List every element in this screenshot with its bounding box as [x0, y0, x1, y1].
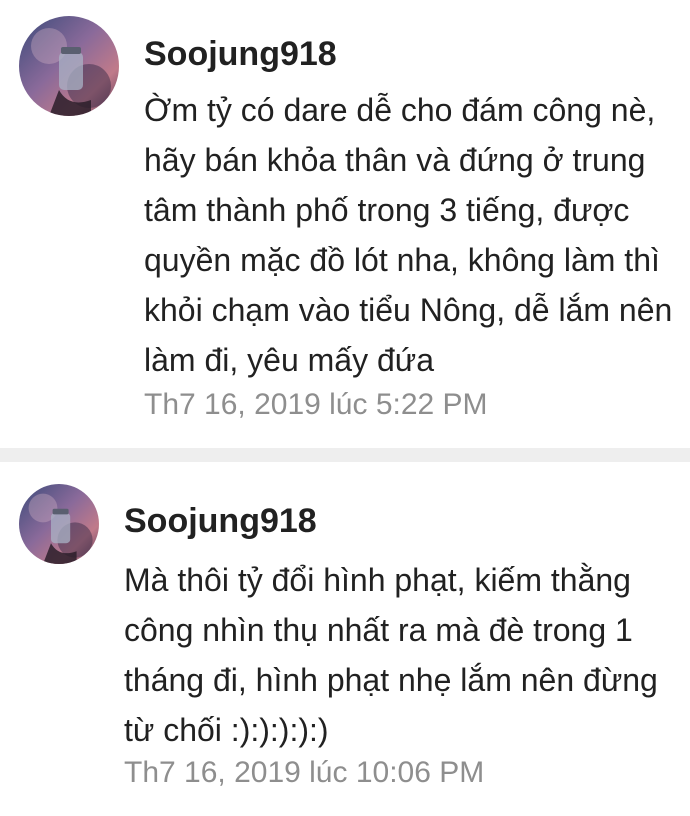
jar-avatar-icon [19, 16, 119, 116]
comment-body: Mà thôi tỷ đổi hình phạt, kiếm thằng côn… [124, 562, 658, 748]
avatar[interactable] [19, 16, 119, 116]
comment-timestamp: Th7 16, 2019 lúc 10:06 PM [124, 756, 485, 789]
jar-avatar-icon [19, 484, 99, 564]
comment-item: Soojung918 Mà thôi tỷ đổi hình phạt, kiế… [0, 462, 690, 816]
comment-body: Ờm tỷ có dare dễ cho đám công nè, hãy bá… [144, 92, 673, 378]
comment-author[interactable]: Soojung918 [144, 35, 337, 74]
comment-item: Soojung918 Ờm tỷ có dare dễ cho đám công… [0, 0, 690, 448]
comment-feed: Soojung918 Ờm tỷ có dare dễ cho đám công… [0, 0, 690, 816]
comment-timestamp: Th7 16, 2019 lúc 5:22 PM [144, 388, 488, 421]
avatar[interactable] [19, 484, 99, 564]
comment-divider [0, 448, 690, 462]
comment-author[interactable]: Soojung918 [124, 502, 317, 541]
